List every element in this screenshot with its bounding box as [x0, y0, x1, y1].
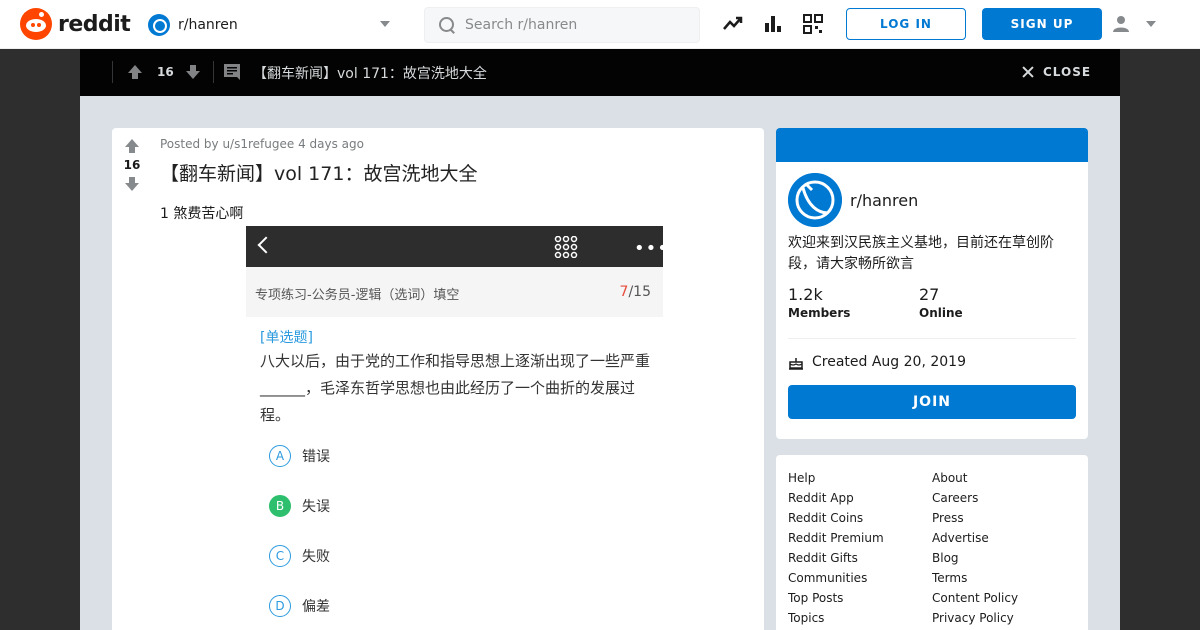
chevron-down-icon — [380, 21, 390, 27]
footer-link[interactable]: Careers — [932, 488, 1018, 508]
option-text: 失误 — [302, 499, 330, 515]
footer-links: Help Reddit App Reddit Coins Reddit Prem… — [776, 455, 1088, 630]
search-input[interactable] — [465, 17, 695, 33]
community-icon — [148, 14, 170, 36]
option-letter: D — [269, 595, 291, 617]
downvote-icon[interactable] — [124, 176, 140, 192]
post-image[interactable]: ••• 专项练习-公务员-逻辑（选词）填空 7/15 [单选题] 八大以后，由于… — [246, 226, 663, 630]
footer-link[interactable]: Help — [788, 468, 884, 488]
close-button[interactable]: CLOSE — [1022, 65, 1091, 79]
option-letter: A — [269, 445, 291, 467]
community-name[interactable]: r/hanren — [850, 191, 918, 210]
post-card: 16 Posted by u/s1refugee 4 days ago 【翻车新… — [112, 128, 764, 630]
community-selector[interactable]: r/hanren — [148, 12, 398, 38]
footer-link[interactable]: Press — [932, 508, 1018, 528]
cake-icon — [789, 358, 803, 370]
footer-link[interactable]: Reddit Premium — [788, 528, 884, 548]
created-text: Created Aug 20, 2019 — [812, 354, 966, 370]
option-b: B 失误 — [269, 495, 330, 517]
community-name: r/hanren — [178, 17, 238, 33]
total-questions: /15 — [628, 284, 651, 300]
vote-column: 16 — [112, 138, 152, 192]
search-icon — [439, 17, 455, 33]
footer-link[interactable]: Topics — [788, 608, 884, 628]
upvote-icon[interactable] — [124, 138, 140, 154]
overlay-title: 【翻车新闻】vol 171：故宫洗地大全 — [253, 66, 487, 82]
trending-icon[interactable] — [723, 14, 743, 34]
post-score: 16 — [123, 158, 141, 172]
question-type: [单选题] — [260, 330, 313, 346]
members-label: Members — [788, 306, 851, 320]
divider — [788, 338, 1076, 339]
option-text: 失败 — [302, 549, 330, 565]
members-count: 1.2k — [788, 285, 823, 304]
footer-link[interactable]: Terms — [932, 568, 1018, 588]
option-a: A 错误 — [269, 445, 330, 467]
search-box[interactable] — [424, 7, 700, 43]
grid-icon — [554, 236, 578, 258]
user-menu[interactable] — [1112, 13, 1162, 35]
more-icon: ••• — [634, 238, 663, 259]
footer-link[interactable]: Content Policy — [932, 588, 1018, 608]
community-avatar[interactable] — [788, 173, 842, 227]
divider — [213, 61, 214, 83]
divider — [112, 61, 113, 83]
option-text: 偏差 — [302, 599, 330, 615]
about-community: r/hanren 欢迎来到汉民族主义基地，目前还在草创阶段，请大家畅所欲言 1.… — [776, 128, 1088, 439]
footer-link[interactable]: Reddit Gifts — [788, 548, 884, 568]
top-header: reddit r/hanren LOG IN SIGN UP — [0, 0, 1200, 49]
footer-link[interactable]: Blog — [932, 548, 1018, 568]
online-count: 27 — [919, 285, 940, 304]
comment-icon — [224, 64, 240, 80]
image-app-bar: ••• — [246, 226, 663, 267]
post-body: 1 煞费苦心啊 — [160, 206, 244, 222]
question-text: 八大以后，由于党的工作和指导思想上逐渐出现了一些严重______，毛泽东哲学思想… — [260, 352, 651, 424]
reddit-logo[interactable]: reddit — [20, 8, 131, 40]
option-letter-correct: B — [269, 495, 291, 517]
footer-link[interactable]: Reddit Coins — [788, 508, 884, 528]
option-text: 错误 — [302, 449, 330, 465]
leaderboard-icon[interactable] — [763, 14, 783, 34]
footer-link[interactable]: Advertise — [932, 528, 1018, 548]
reddit-logo-icon — [20, 8, 52, 40]
close-label: CLOSE — [1043, 65, 1092, 79]
footer-link[interactable]: Top Posts — [788, 588, 884, 608]
footer-link[interactable]: Privacy Policy — [932, 608, 1018, 628]
exercise-category: 专项练习-公务员-逻辑（选词）填空 — [255, 288, 460, 303]
option-d: D 偏差 — [269, 595, 330, 617]
chevron-down-icon — [1146, 21, 1156, 27]
footer-link[interactable]: About — [932, 468, 1018, 488]
option-c: C 失败 — [269, 545, 330, 567]
about-banner — [776, 128, 1088, 162]
close-icon — [1022, 66, 1034, 78]
option-letter: C — [269, 545, 291, 567]
post-title: 【翻车新闻】vol 171：故宫洗地大全 — [160, 163, 478, 185]
created-date: Created Aug 20, 2019 — [788, 354, 966, 370]
post-meta: Posted by u/s1refugee 4 days ago — [160, 137, 364, 151]
online-label: Online — [919, 306, 963, 320]
question-counter: 7/15 — [620, 284, 651, 300]
links-column-right: About Careers Press Advertise Blog Terms… — [932, 468, 1018, 628]
logo-text: reddit — [58, 11, 131, 37]
back-icon — [257, 236, 275, 254]
user-icon — [1113, 16, 1129, 32]
upvote-icon[interactable] — [126, 63, 144, 81]
footer-link[interactable]: Reddit App — [788, 488, 884, 508]
image-subheader: 专项练习-公务员-逻辑（选词）填空 7/15 — [246, 267, 663, 317]
downvote-icon[interactable] — [184, 63, 202, 81]
footer-link[interactable]: Communities — [788, 568, 884, 588]
qr-code-icon[interactable] — [803, 14, 823, 34]
links-column-left: Help Reddit App Reddit Coins Reddit Prem… — [788, 468, 884, 628]
community-description: 欢迎来到汉民族主义基地，目前还在草创阶段，请大家畅所欲言 — [788, 235, 1054, 272]
online-stat: 27 Online — [919, 285, 963, 320]
join-button[interactable]: JOIN — [788, 385, 1076, 419]
post-overlay-bar: 16 【翻车新闻】vol 171：故宫洗地大全 CLOSE — [80, 49, 1120, 96]
members-stat: 1.2k Members — [788, 285, 850, 320]
overlay-score: 16 — [157, 65, 174, 79]
login-button[interactable]: LOG IN — [846, 8, 966, 40]
signup-button[interactable]: SIGN UP — [982, 8, 1102, 40]
